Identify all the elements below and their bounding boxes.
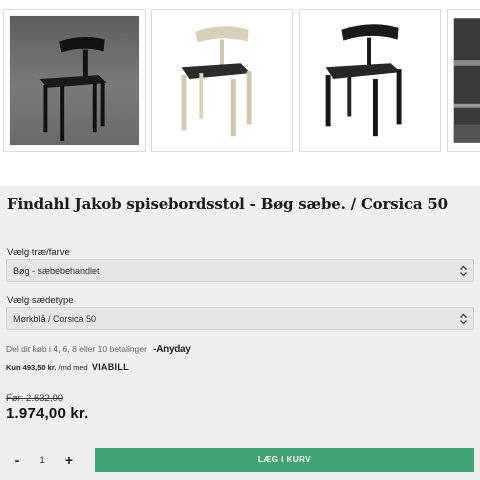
chair-photo-dark bbox=[9, 15, 140, 146]
viabill-logo: VIABILL bbox=[91, 362, 129, 372]
select-chevron-icon bbox=[460, 265, 467, 277]
select-chevron-icon bbox=[460, 313, 467, 325]
quantity-increase-button[interactable]: + bbox=[58, 448, 80, 472]
quantity-value[interactable]: 1 bbox=[36, 448, 48, 472]
wood-select-value: Bøg - sæbebehandlet bbox=[13, 266, 100, 276]
anyday-text: Del dit køb i 4, 6, 8 eller 10 betalinge… bbox=[6, 344, 147, 354]
viabill-suffix: /md med bbox=[58, 363, 88, 372]
quantity-stepper: - 1 + bbox=[6, 448, 84, 472]
seat-option-label: Vælg sædetype bbox=[7, 295, 74, 306]
chair-photo-black bbox=[325, 24, 402, 137]
product-info-panel: Findahl Jakob spisebordsstol - Bøg sæbe.… bbox=[0, 186, 480, 480]
add-to-cart-button[interactable]: LÆG I KURV bbox=[95, 448, 474, 472]
chair-photo-partial bbox=[453, 18, 480, 143]
quantity-decrease-button[interactable]: - bbox=[6, 448, 28, 472]
seat-select-value: Mørkblå / Corsica 50 bbox=[13, 314, 97, 324]
product-image-gallery bbox=[0, 0, 480, 186]
gallery-thumb-3[interactable] bbox=[299, 9, 441, 152]
wood-option-label: Vælg træ/farve bbox=[7, 247, 70, 258]
gallery-thumb-1[interactable] bbox=[3, 9, 146, 152]
current-price: 1.974,00 kr. bbox=[6, 405, 89, 422]
anyday-logo: -Anyday bbox=[153, 344, 191, 355]
old-price: Før: 2.632,00 bbox=[6, 393, 64, 404]
anyday-financing: Del dit køb i 4, 6, 8 eller 10 betalinge… bbox=[6, 344, 191, 355]
product-title: Findahl Jakob spisebordsstol - Bøg sæbe.… bbox=[7, 195, 448, 213]
chair-photo-oak bbox=[181, 26, 252, 137]
seat-select[interactable]: Mørkblå / Corsica 50 bbox=[6, 307, 474, 330]
gallery-thumb-4[interactable] bbox=[447, 9, 480, 152]
gallery-thumb-2[interactable] bbox=[151, 9, 293, 152]
viabill-amount: Kun 493,50 kr. bbox=[6, 363, 57, 372]
wood-select[interactable]: Bøg - sæbebehandlet bbox=[6, 259, 474, 282]
viabill-financing: Kun 493,50 kr. /md med VIABILL bbox=[6, 362, 129, 372]
